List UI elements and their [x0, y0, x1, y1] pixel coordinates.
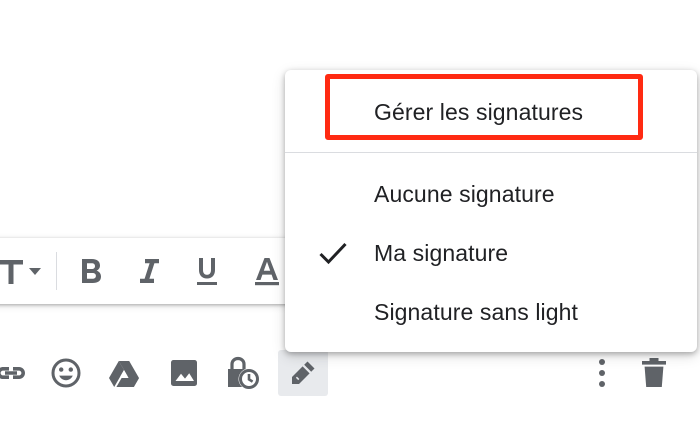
italic-icon[interactable]	[128, 250, 170, 292]
manage-signatures-item[interactable]: Gérer les signatures	[285, 86, 697, 138]
signature-option-label: Signature sans light	[374, 298, 579, 325]
signature-menu: Gérer les signatures Aucune signature Ma…	[285, 70, 697, 352]
trash-icon[interactable]	[631, 350, 677, 396]
bold-icon[interactable]	[70, 250, 112, 292]
compose-window: Gérer les signatures Aucune signature Ma…	[0, 0, 700, 430]
more-options-icon[interactable]	[580, 350, 624, 396]
checkmark-icon	[319, 242, 347, 265]
signature-option-sans-light[interactable]: Signature sans light	[285, 286, 697, 338]
underline-icon[interactable]	[186, 250, 228, 292]
signature-option-mine[interactable]: Ma signature	[285, 227, 697, 279]
signature-option-none[interactable]: Aucune signature	[285, 168, 697, 220]
text-color-icon[interactable]	[246, 250, 288, 292]
link-icon[interactable]	[0, 350, 34, 396]
emoji-icon[interactable]	[43, 350, 89, 396]
signature-option-label: Aucune signature	[374, 180, 555, 207]
menu-divider	[285, 152, 697, 153]
drive-icon[interactable]	[101, 350, 147, 396]
manage-signatures-label: Gérer les signatures	[374, 98, 584, 125]
formatting-toolbar	[0, 238, 320, 304]
text-size-icon[interactable]	[0, 250, 50, 292]
signature-option-label: Ma signature	[374, 239, 509, 266]
signature-pen-icon[interactable]	[278, 350, 328, 396]
toolbar-divider	[56, 252, 57, 290]
confidential-icon[interactable]	[219, 350, 265, 396]
image-icon[interactable]	[161, 350, 207, 396]
